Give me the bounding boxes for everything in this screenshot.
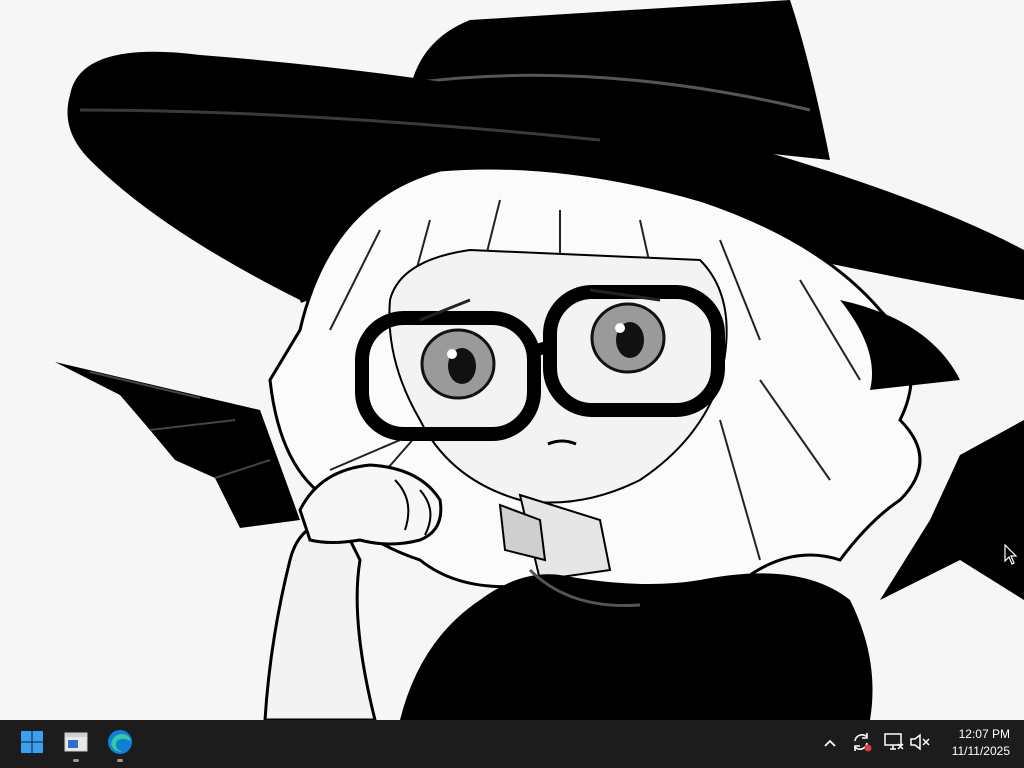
anime-witch-girl-illustration [55, 0, 1024, 720]
clock-time: 12:07 PM [958, 727, 1010, 741]
running-indicator [73, 759, 79, 762]
edge-browser-icon [107, 729, 133, 760]
taskbar-clock[interactable]: 12:07 PM 11/11/2025 [930, 726, 1010, 762]
clock-date: 11/11/2025 [951, 744, 1010, 758]
taskbar-app-edge[interactable] [100, 724, 140, 764]
volume-icon[interactable] [908, 732, 932, 756]
taskbar-app-window[interactable] [56, 724, 96, 764]
sync-status-icon[interactable] [850, 732, 874, 756]
start-button[interactable] [12, 724, 52, 764]
running-indicator [117, 759, 123, 762]
sync-alert-icon [851, 732, 873, 757]
network-disconnected-icon [883, 732, 905, 757]
taskbar: 12:07 PM 11/11/2025 [0, 720, 1024, 768]
chevron-up-icon [823, 735, 837, 753]
mouse-cursor-icon [1004, 543, 1018, 571]
network-icon[interactable] [882, 732, 906, 756]
desktop-wallpaper [0, 0, 1024, 720]
volume-muted-icon [909, 732, 931, 757]
show-hidden-icons-button[interactable] [818, 732, 842, 756]
app-window-icon [64, 731, 88, 758]
windows-logo-icon [20, 730, 44, 759]
